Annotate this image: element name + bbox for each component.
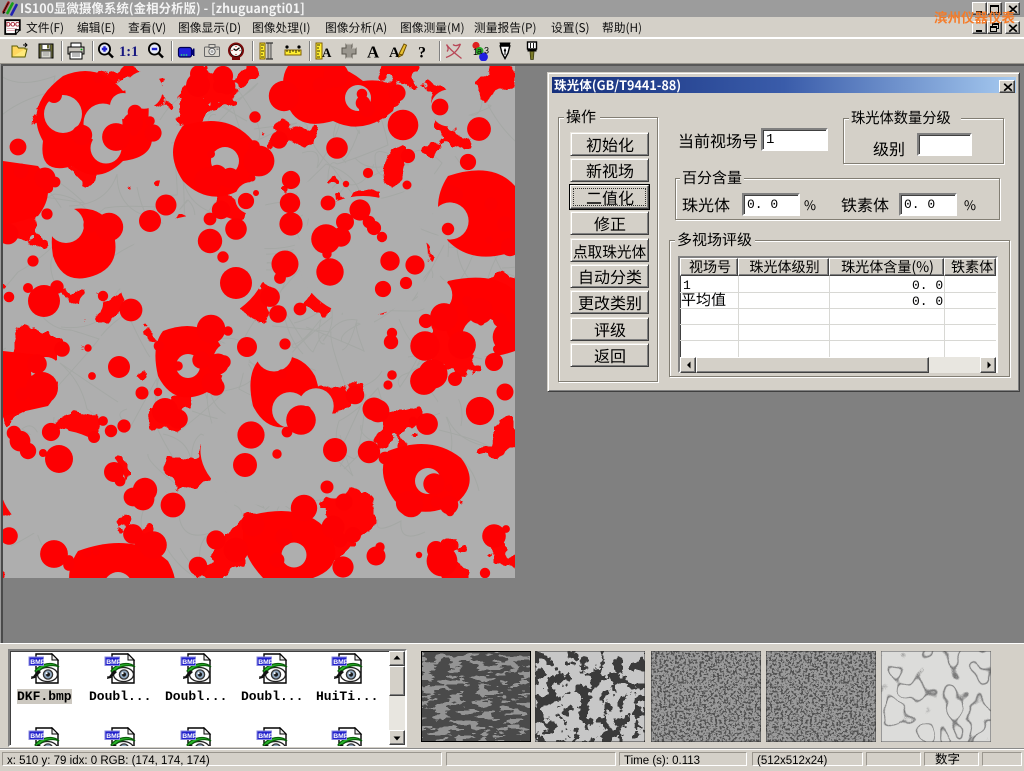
svg-text:3: 3: [484, 46, 489, 56]
svg-text:1:1: 1:1: [119, 44, 138, 60]
svg-text:A: A: [322, 45, 332, 60]
svg-text:?: ?: [418, 45, 426, 62]
svg-text:a: a: [477, 46, 482, 56]
svg-text:DOC: DOC: [6, 22, 20, 29]
svg-text:A: A: [367, 43, 380, 62]
svg-text:A: A: [389, 45, 400, 61]
